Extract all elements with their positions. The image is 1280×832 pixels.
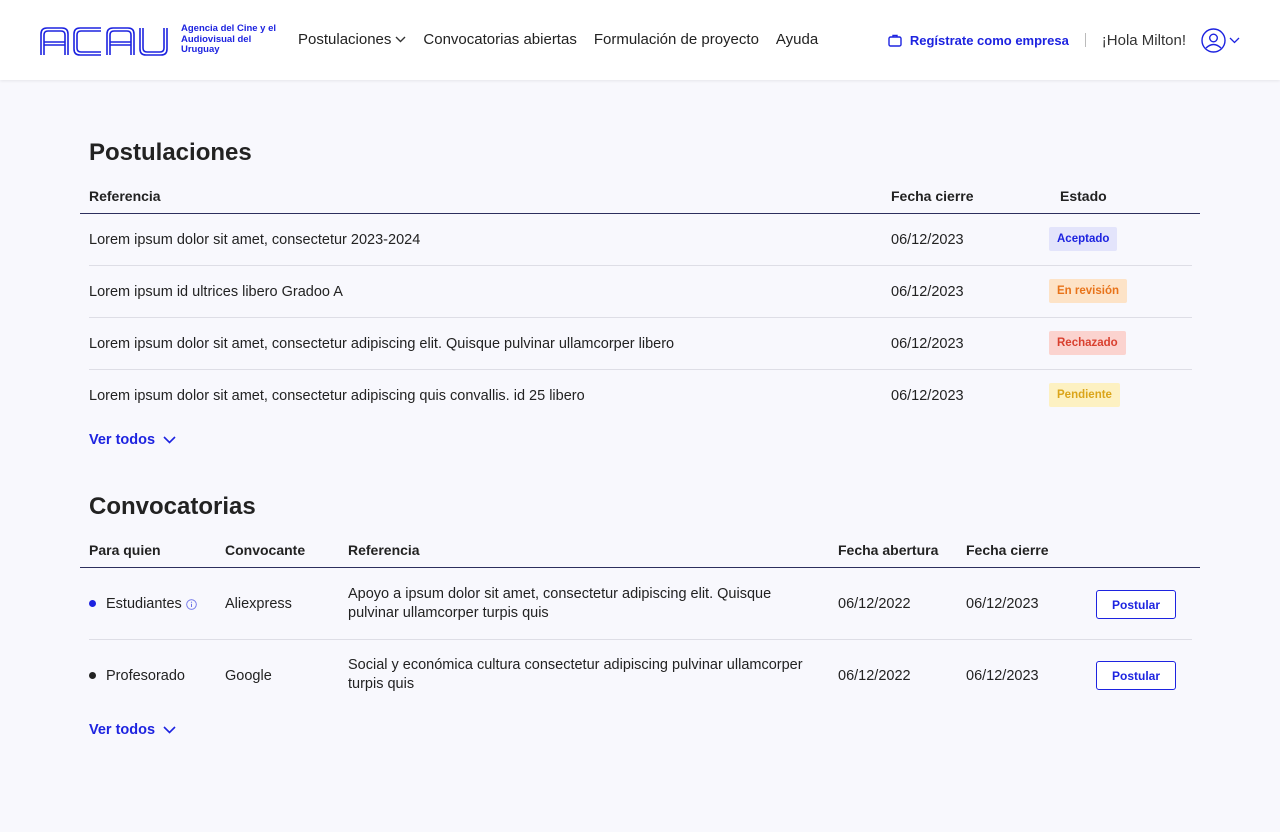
user-menu[interactable]: [1201, 27, 1240, 53]
col-referencia: Referencia: [89, 188, 161, 204]
main-nav: Postulaciones Convocatorias abiertas For…: [298, 31, 835, 48]
nav-postulaciones[interactable]: Postulaciones: [298, 31, 406, 48]
table-header-divider: [80, 213, 1200, 214]
col-estado: Estado: [1060, 188, 1107, 204]
convocatoria-reference[interactable]: Social y económica cultura consectetur a…: [348, 656, 818, 694]
acau-logo[interactable]: Agencia del Cine y el Audiovisual del Ur…: [40, 22, 276, 58]
row-divider: [89, 369, 1192, 370]
table-header-divider: [80, 567, 1200, 568]
table-row-reference[interactable]: Lorem ipsum dolor sit amet, consectetur …: [89, 336, 674, 352]
table-row-reference[interactable]: Lorem ipsum id ultrices libero Gradoo A: [89, 284, 343, 300]
convocatorias-see-all-link[interactable]: Ver todos: [89, 722, 176, 738]
row-divider: [89, 265, 1192, 266]
table-row-date: 06/12/2023: [891, 336, 964, 352]
register-company-link[interactable]: Regístrate como empresa: [888, 33, 1069, 48]
convocatorias-title: Convocatorias: [89, 493, 256, 520]
col-fecha-abertura: Fecha abertura: [838, 542, 939, 558]
briefcase-icon: [888, 34, 902, 47]
nav-ayuda-label: Ayuda: [775, 31, 819, 48]
postular-button[interactable]: Postular: [1096, 661, 1176, 690]
row-divider: [89, 317, 1192, 318]
closing-date: 06/12/2023: [966, 596, 1039, 612]
chevron-down-icon: [1229, 37, 1240, 43]
status-badge-aceptado: Aceptado: [1049, 227, 1118, 251]
postulaciones-see-all-link[interactable]: Ver todos: [89, 432, 176, 448]
table-row-reference[interactable]: Lorem ipsum dolor sit amet, consectetur …: [89, 388, 585, 404]
audience-label: Profesorado: [106, 668, 185, 684]
table-row-date: 06/12/2023: [891, 388, 964, 404]
see-all-label: Ver todos: [89, 722, 156, 738]
audience-dot: [89, 600, 96, 607]
user-greeting: ¡Hola Milton!: [1101, 31, 1186, 49]
row-divider: [89, 639, 1192, 640]
user-avatar-icon: [1201, 27, 1226, 53]
audience-dot: [89, 672, 96, 679]
postulaciones-title: Postulaciones: [89, 139, 252, 166]
nav-ayuda[interactable]: Ayuda: [776, 31, 818, 48]
chevron-down-icon: [395, 36, 406, 43]
chevron-down-icon: [163, 436, 176, 444]
top-header: Agencia del Cine y el Audiovisual del Ur…: [0, 0, 1280, 80]
see-all-label: Ver todos: [89, 432, 156, 448]
header-right: Regístrate como empresa ¡Hola Milton!: [888, 27, 1240, 53]
closing-date: 06/12/2023: [966, 668, 1039, 684]
nav-formulacion-proyecto[interactable]: Formulación de proyecto: [594, 31, 759, 48]
audience-label: Estudiantes: [106, 596, 182, 612]
convocante-cell: Google: [225, 668, 272, 684]
audience-cell: Estudiantes: [106, 596, 197, 612]
status-badge-rechazado: Rechazado: [1049, 331, 1126, 355]
nav-convocatorias-abiertas[interactable]: Convocatorias abiertas: [423, 31, 576, 48]
col-fecha-cierre: Fecha cierre: [891, 188, 974, 204]
col-fecha-cierre: Fecha cierre: [966, 542, 1049, 558]
chevron-down-icon: [163, 726, 176, 734]
table-row-date: 06/12/2023: [891, 284, 964, 300]
nav-formulacion-label: Formulación de proyecto: [593, 31, 759, 48]
status-badge-pendiente: Pendiente: [1049, 383, 1120, 407]
header-divider: [1084, 33, 1086, 47]
col-para-quien: Para quien: [89, 542, 161, 558]
postular-button[interactable]: Postular: [1096, 590, 1176, 619]
register-company-label: Regístrate como empresa: [909, 32, 1069, 48]
logo-tagline: Agencia del Cine y el Audiovisual del Ur…: [181, 23, 277, 55]
table-row-reference[interactable]: Lorem ipsum dolor sit amet, consectetur …: [89, 232, 420, 248]
opening-date: 06/12/2022: [838, 668, 911, 684]
acau-logo-mark: [40, 27, 168, 56]
table-row-date: 06/12/2023: [891, 232, 964, 248]
col-referencia: Referencia: [348, 542, 420, 558]
convocatoria-reference[interactable]: Apoyo a ipsum dolor sit amet, consectetu…: [348, 585, 818, 623]
col-convocante: Convocante: [225, 542, 306, 558]
nav-convocatorias-label: Convocatorias abiertas: [423, 31, 577, 48]
nav-postulaciones-label: Postulaciones: [298, 31, 392, 48]
info-icon[interactable]: [186, 598, 197, 610]
convocante-cell: Aliexpress: [225, 596, 292, 612]
opening-date: 06/12/2022: [838, 596, 911, 612]
status-badge-en-revision: En revisión: [1049, 279, 1127, 303]
